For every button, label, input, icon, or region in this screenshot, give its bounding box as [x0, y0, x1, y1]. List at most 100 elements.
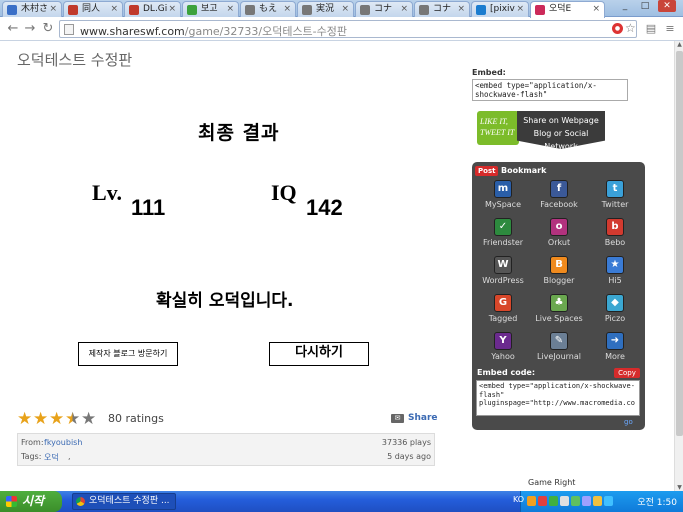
bookmark-livejournal[interactable]: ✎ LiveJournal	[531, 332, 587, 361]
visit-blog-button[interactable]: 제작자 블로그 방문하기	[78, 342, 178, 366]
share-icon[interactable]: ✉	[391, 414, 404, 423]
tab-close-icon[interactable]: ×	[400, 2, 408, 16]
rating-star-icon[interactable]: ★	[17, 410, 32, 428]
copy-button[interactable]: Copy	[614, 368, 640, 378]
page-scrollbar[interactable]: ▲ ▼	[674, 41, 683, 492]
retry-button[interactable]: 다시하기	[269, 342, 369, 366]
language-indicator[interactable]: KO	[513, 495, 524, 504]
back-button[interactable]: ←	[5, 21, 21, 37]
bookmark-star-icon[interactable]: ☆	[625, 21, 636, 35]
start-label: 시작	[22, 494, 45, 508]
share-banner[interactable]: LIKE IT, TWEET IT Share on Webpage Blog …	[477, 111, 605, 149]
author-link[interactable]: fkyoubish	[44, 438, 82, 447]
scroll-up-arrow[interactable]: ▲	[676, 41, 683, 49]
tag-link[interactable]: 오덕	[44, 452, 59, 463]
browser-tab[interactable]: 同人 ×	[63, 1, 123, 17]
bookmark-label-text: Orkut	[547, 238, 571, 247]
embed-code-input[interactable]: <embed type="application/x-shockwave-fla…	[472, 79, 628, 101]
tab-close-icon[interactable]: ×	[341, 2, 349, 16]
bookmark-hi5[interactable]: ★ Hi5	[587, 256, 643, 285]
share-webpage-badge[interactable]: Share on Webpage Blog or Social Network	[517, 111, 605, 149]
bookmark-label-text: Facebook	[540, 200, 578, 209]
address-bar[interactable]: www.shareswf.com/game/32733/오덕테스트-수정판 ● …	[59, 20, 637, 38]
browser-tab[interactable]: 오덕E ×	[530, 1, 605, 18]
scroll-thumb[interactable]	[676, 51, 683, 436]
bookmark-yahoo[interactable]: Y Yahoo	[475, 332, 531, 361]
live-spaces-icon: ♣	[550, 294, 568, 312]
bookmark-piczo[interactable]: ◆ Piczo	[587, 294, 643, 323]
tab-label: DL.Gi	[143, 4, 168, 14]
bookmark-wordpress[interactable]: W WordPress	[475, 256, 531, 285]
close-window-button[interactable]: ✕	[658, 0, 676, 12]
bookmark-myspace[interactable]: m MySpace	[475, 180, 531, 209]
tab-close-icon[interactable]: ×	[226, 2, 234, 16]
iq-label: IQ	[271, 180, 297, 205]
tab-favicon-icon	[68, 5, 78, 15]
taskbar-window-item[interactable]: 오덕테스트 수정판 ...	[72, 493, 176, 510]
reload-button[interactable]: ↻	[40, 21, 56, 37]
tray-app-icon[interactable]	[527, 496, 536, 506]
clock: 오전 1:50	[637, 498, 677, 508]
tag-separator: ,	[68, 452, 71, 461]
rating-star-icon[interactable]: ★	[65, 410, 80, 428]
start-button[interactable]: 시작	[0, 491, 62, 512]
tab-close-icon[interactable]: ×	[592, 2, 600, 16]
tab-close-icon[interactable]: ×	[283, 2, 291, 16]
bookmark-friendster[interactable]: ✓ Friendster	[475, 218, 531, 247]
tab-label: 実況	[316, 4, 335, 14]
tray-app-icon[interactable]	[582, 496, 591, 506]
bookmark-label-text: Friendster	[482, 238, 524, 247]
share-webpage-text: Share on Webpage	[523, 116, 599, 125]
chrome-icon	[76, 497, 85, 506]
tray-app-icon[interactable]	[571, 496, 580, 506]
bookmark-twitter[interactable]: t Twitter	[587, 180, 643, 209]
rating-star-icon[interactable]: ★	[49, 410, 64, 428]
plays-count: 37336 plays	[381, 438, 431, 447]
like-tweet-badge[interactable]: LIKE IT, TWEET IT	[477, 111, 519, 145]
tab-close-icon[interactable]: ×	[110, 2, 118, 16]
flash-game[interactable]: 최종 결과 Lv. 111 IQ 142 확실히 오덕입니다. 제작자 블로그 …	[17, 80, 447, 400]
minimize-button[interactable]: _	[616, 0, 634, 12]
browser-tab[interactable]: コナ ×	[414, 1, 470, 17]
page-icon	[64, 24, 74, 35]
settings-icon[interactable]: ≡	[662, 21, 678, 37]
tray-app-icon[interactable]	[560, 496, 569, 506]
from-label: From:	[21, 438, 44, 447]
bookmark-blogger[interactable]: B Blogger	[531, 256, 587, 285]
browser-tab[interactable]: 実況 ×	[297, 1, 354, 17]
forward-button[interactable]: →	[22, 21, 38, 37]
browser-tab[interactable]: もえ ×	[240, 1, 296, 17]
blocked-icon[interactable]: ●	[612, 23, 623, 34]
browser-tab[interactable]: コナ ×	[355, 1, 413, 17]
tray-app-icon[interactable]	[538, 496, 547, 506]
bookmark-tagged[interactable]: G Tagged	[475, 294, 531, 323]
rating-star-icon[interactable]: ★	[81, 410, 96, 428]
tab-close-icon[interactable]: ×	[516, 2, 524, 16]
orkut-icon: o	[550, 218, 568, 236]
browser-tab[interactable]: 보고 ×	[182, 1, 239, 17]
verdict-text: 확실히 오덕입니다.	[156, 291, 294, 311]
bookmark-bebo[interactable]: b Bebo	[587, 218, 643, 247]
windows-taskbar: 시작 오덕테스트 수정판 ... KO 오전 1:50	[0, 491, 683, 512]
bookmark-orkut[interactable]: o Orkut	[531, 218, 587, 247]
tab-close-icon[interactable]: ×	[168, 2, 176, 16]
tray-app-icon[interactable]	[593, 496, 602, 506]
go-link[interactable]: go	[624, 418, 633, 426]
maximize-button[interactable]: □	[636, 0, 654, 12]
bookmark-facebook[interactable]: f Facebook	[531, 180, 587, 209]
tray-app-icon[interactable]	[604, 496, 613, 506]
browser-tab[interactable]: DL.Gi ×	[124, 1, 181, 17]
rating-star-icon[interactable]: ★	[33, 410, 48, 428]
embed-code-textarea[interactable]: <embed type="application/x-shockwave-fla…	[476, 380, 640, 416]
tab-close-icon[interactable]: ×	[49, 2, 57, 16]
tab-close-icon[interactable]: ×	[457, 2, 465, 16]
iq-value: 142	[306, 195, 343, 220]
bookmark-more[interactable]: ➜ More	[587, 332, 643, 361]
page-menu-icon[interactable]: ▤	[643, 21, 659, 37]
browser-tab[interactable]: 木村さ ×	[2, 1, 62, 17]
bookmark-live-spaces[interactable]: ♣ Live Spaces	[531, 294, 587, 323]
share-link[interactable]: Share	[408, 413, 438, 423]
browser-tab[interactable]: [pixiv ×	[471, 1, 529, 17]
tray-app-icon[interactable]	[549, 496, 558, 506]
wordpress-icon: W	[494, 256, 512, 274]
